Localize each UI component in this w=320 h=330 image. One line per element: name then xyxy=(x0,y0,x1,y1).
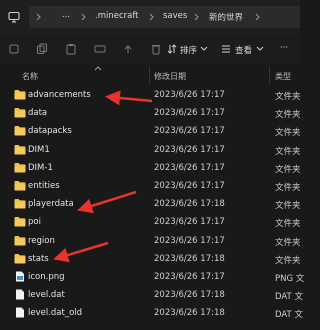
folder-icon xyxy=(14,180,26,191)
file-row[interactable]: icon.png 2023/6/26 17:17 PNG 文 xyxy=(0,268,304,286)
view-icon[interactable] xyxy=(220,43,232,55)
file-type: 文件夹 xyxy=(275,255,301,266)
chevron-down-icon[interactable] xyxy=(256,46,264,52)
file-list: advancements 2023/6/26 17:17 文件夹 data 2023/6… xyxy=(0,86,304,330)
folder-icon xyxy=(14,235,26,246)
file-modified: 2023/6/26 17:18 xyxy=(154,253,225,264)
folder-icon xyxy=(14,162,26,173)
share-icon[interactable] xyxy=(122,43,134,55)
file-row[interactable]: region 2023/6/26 17:17 文件夹 xyxy=(0,232,301,250)
breadcrumb-more[interactable]: ... xyxy=(62,10,70,20)
file-modified: 2023/6/26 17:18 xyxy=(154,290,225,301)
sort-indicator-icon xyxy=(94,66,102,71)
file-type: 文件夹 xyxy=(275,164,301,175)
file-modified: 2023/6/26 17:17 xyxy=(154,162,225,173)
column-type[interactable]: 类型 xyxy=(275,71,291,82)
file-modified: 2023/6/26 17:18 xyxy=(154,308,225,319)
file-row[interactable]: DIM-1 2023/6/26 17:17 文件夹 xyxy=(0,159,301,177)
breadcrumb-minecraft[interactable]: .minecraft xyxy=(95,11,139,21)
folder-icon xyxy=(14,89,26,100)
file-type: PNG 文 xyxy=(275,274,305,284)
chevron-right-icon xyxy=(81,13,86,21)
file-row[interactable]: level.dat_old 2023/6/26 17:18 DAT 文 xyxy=(0,304,303,322)
delete-icon[interactable] xyxy=(150,43,162,55)
file-type: DAT 文 xyxy=(275,292,303,303)
file-row[interactable]: entities 2023/6/26 17:17 文件夹 xyxy=(0,177,301,195)
image-file-icon xyxy=(14,271,26,282)
file-name[interactable]: entities xyxy=(28,181,60,191)
view-button[interactable]: 查看 xyxy=(235,44,252,56)
column-modified[interactable]: 修改日期 xyxy=(154,71,186,82)
file-type: 文件夹 xyxy=(275,219,301,230)
file-name[interactable]: datapacks xyxy=(28,126,72,136)
file-type: 文件夹 xyxy=(275,237,301,248)
chevron-right-icon[interactable] xyxy=(255,13,261,21)
rename-icon[interactable] xyxy=(94,43,106,55)
breadcrumb-saves[interactable]: saves xyxy=(163,11,187,21)
chevron-down-icon[interactable] xyxy=(200,46,208,52)
file-modified: 2023/6/26 17:17 xyxy=(154,181,225,191)
column-name[interactable]: 名称 xyxy=(22,71,38,82)
folder-icon xyxy=(14,125,26,136)
file-name[interactable]: level.dat_old xyxy=(28,308,82,318)
file-row[interactable]: datapacks 2023/6/26 17:17 文件夹 xyxy=(0,122,301,140)
cut-icon[interactable] xyxy=(8,43,20,55)
file-modified: 2023/6/26 17:17 xyxy=(154,126,225,137)
file-icon xyxy=(14,289,26,300)
copy-icon[interactable] xyxy=(36,43,48,55)
file-type: 文件夹 xyxy=(275,92,301,102)
file-type: 文件夹 xyxy=(275,128,301,139)
file-modified: 2023/6/26 17:17 xyxy=(154,217,225,228)
folder-icon xyxy=(14,216,26,227)
file-type: DAT 文 xyxy=(275,310,303,321)
file-type: 文件夹 xyxy=(275,146,301,157)
file-name[interactable]: advancements xyxy=(28,90,91,100)
file-row[interactable]: data 2023/6/26 17:17 文件夹 xyxy=(0,104,301,122)
file-name[interactable]: data xyxy=(28,108,47,118)
folder-icon xyxy=(14,253,26,264)
file-row[interactable]: poi 2023/6/26 17:17 文件夹 xyxy=(0,213,301,231)
column-header xyxy=(0,64,300,86)
file-modified: 2023/6/26 17:18 xyxy=(154,199,225,210)
file-name[interactable]: playerdata xyxy=(28,199,74,209)
breadcrumb-current-folder[interactable]: 新的世界 xyxy=(209,11,243,23)
file-name[interactable]: poi xyxy=(28,217,41,227)
more-options-button[interactable]: ··· xyxy=(280,43,288,53)
file-name[interactable]: DIM1 xyxy=(28,145,50,155)
file-row[interactable]: advancements 2023/6/26 17:17 文件夹 xyxy=(0,86,301,104)
file-row[interactable]: stats 2023/6/26 17:18 文件夹 xyxy=(0,250,301,268)
file-name[interactable]: region xyxy=(28,236,55,246)
paste-icon[interactable] xyxy=(65,43,77,55)
file-modified: 2023/6/26 17:17 xyxy=(154,108,225,119)
sort-icon[interactable] xyxy=(166,43,178,55)
file-type: 文件夹 xyxy=(275,201,301,212)
file-row[interactable]: DIM1 2023/6/26 17:17 文件夹 xyxy=(0,141,301,159)
file-row[interactable]: playerdata 2023/6/26 17:18 文件夹 xyxy=(0,195,301,213)
file-name[interactable]: icon.png xyxy=(28,272,65,282)
file-name[interactable]: stats xyxy=(28,254,49,264)
file-modified: 2023/6/26 17:17 xyxy=(154,90,225,100)
file-name[interactable]: DIM-1 xyxy=(28,163,53,173)
file-type: 文件夹 xyxy=(275,110,301,121)
folder-icon xyxy=(14,198,26,209)
file-icon xyxy=(14,307,26,318)
chevron-right-icon xyxy=(149,13,154,21)
folder-icon xyxy=(14,107,26,118)
folder-icon xyxy=(14,144,26,155)
monitor-icon[interactable] xyxy=(8,11,20,23)
chevron-right-icon xyxy=(194,13,199,21)
chevron-right-icon xyxy=(36,13,41,21)
file-name[interactable]: level.dat xyxy=(28,290,65,300)
file-modified: 2023/6/26 17:17 xyxy=(154,144,225,155)
file-type: 文件夹 xyxy=(275,183,301,193)
file-modified: 2023/6/26 17:17 xyxy=(154,235,225,246)
file-row[interactable]: level.dat 2023/6/26 17:18 DAT 文 xyxy=(0,286,303,304)
sort-button[interactable]: 排序 xyxy=(180,44,197,56)
column-divider[interactable] xyxy=(149,66,150,84)
file-modified: 2023/6/26 17:17 xyxy=(154,272,225,282)
column-divider[interactable] xyxy=(269,66,270,84)
